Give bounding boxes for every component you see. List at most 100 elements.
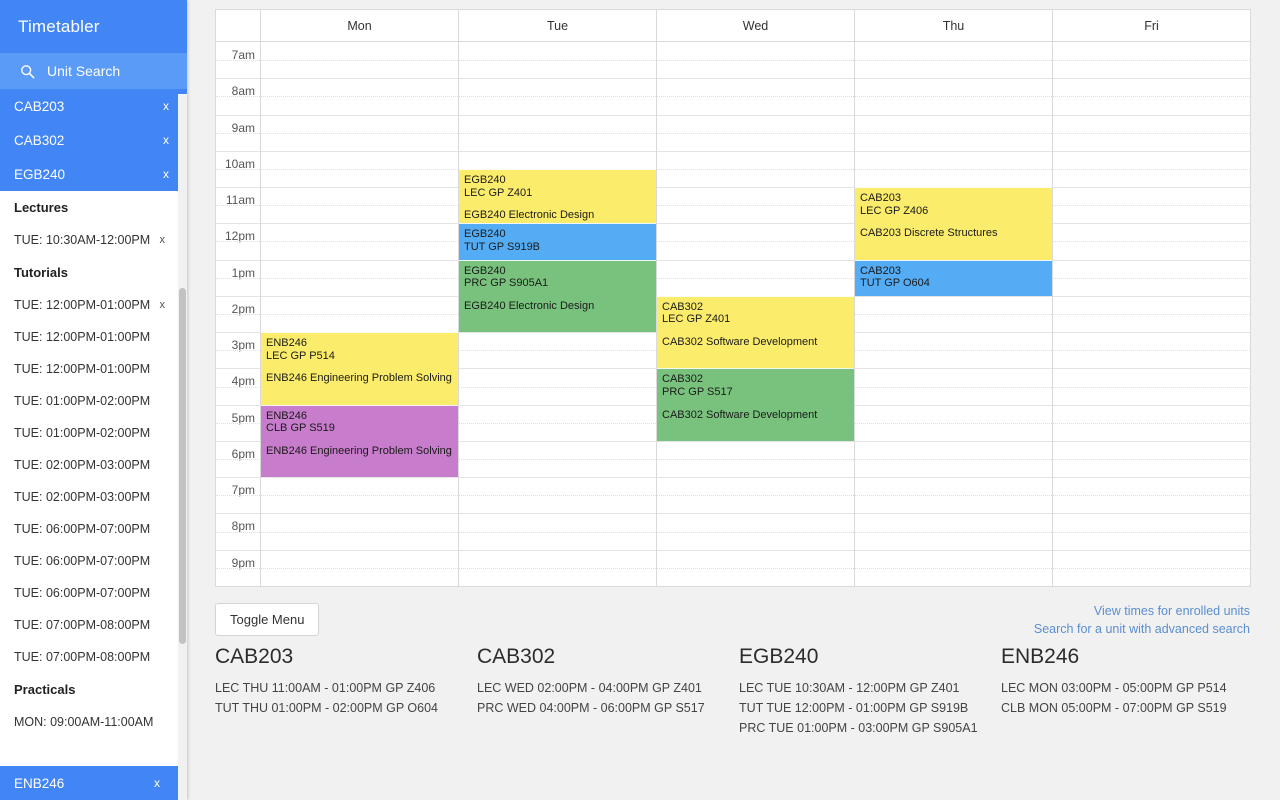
sidebar-unit-cab302[interactable]: CAB302 x [0, 123, 187, 157]
half-hour-gridline [261, 241, 458, 243]
half-hour-gridline [1053, 386, 1250, 388]
day-header-tue: Tue [459, 10, 657, 41]
event-description: EGB240 Electronic Design [464, 209, 595, 222]
session-row[interactable]: TUE: 02:00PM-03:00PM [0, 449, 187, 481]
session-row[interactable]: TUE: 10:30AM-12:00PM x [0, 224, 187, 256]
session-row[interactable]: MON: 09:00AM-11:00AM [0, 706, 187, 738]
session-row[interactable]: TUE: 06:00PM-07:00PM [0, 513, 187, 545]
half-hour-gridline [1053, 422, 1250, 424]
sidebar-scrollbar-track[interactable] [178, 94, 187, 800]
app-root: Timetabler Unit Search CAB203 x CAB302 x EGB… [0, 0, 1280, 800]
calendar-event[interactable]: CAB203 TUT GP O604 [855, 259, 1052, 296]
half-hour-gridline [657, 495, 854, 497]
calendar-event[interactable]: CAB302 LEC GP Z401 CAB302 Software Develop… [657, 295, 854, 369]
half-hour-gridline [459, 567, 656, 569]
event-description: ENB246 Engineering Problem Solving [266, 444, 452, 457]
half-hour-gridline [855, 422, 1052, 424]
calendar-event[interactable]: EGB240 TUT GP S919B [459, 223, 656, 260]
hour-gridline [216, 513, 260, 515]
half-hour-gridline [855, 314, 1052, 315]
day-column-thu: CAB203 LEC GP Z406 CAB203 Discrete Structu… [855, 42, 1053, 586]
session-row[interactable]: TUE: 06:00PM-07:00PM [0, 545, 187, 577]
unit-search-button[interactable]: Unit Search [0, 53, 187, 89]
half-hour-gridline [1053, 314, 1250, 315]
half-hour-gridline [261, 314, 458, 315]
calendar-event[interactable]: EGB240 LEC GP Z401 EGB240 Electronic Desig… [459, 168, 656, 224]
session-row[interactable]: TUE: 12:00PM-01:00PM [0, 321, 187, 353]
hour-gridline [855, 150, 1052, 152]
session-row[interactable]: TUE: 01:00PM-02:00PM [0, 385, 187, 417]
sidebar-unit-egb240[interactable]: EGB240 x [0, 157, 187, 191]
half-hour-gridline [1053, 495, 1250, 497]
calendar-event[interactable]: CAB203 LEC GP Z406 CAB203 Discrete Structu… [855, 187, 1052, 260]
half-hour-gridline [855, 386, 1052, 388]
unit-summary-line: LEC WED 02:00PM - 04:00PM GP Z401 [477, 681, 702, 695]
remove-unit-icon[interactable]: x [155, 167, 169, 181]
sidebar-scrollbar-thumb[interactable] [179, 288, 186, 644]
half-hour-gridline [855, 60, 1052, 62]
half-hour-gridline [216, 241, 260, 243]
section-heading-lectures: Lectures [14, 200, 69, 215]
sidebar-unit-cab203[interactable]: CAB203 x [0, 89, 187, 123]
session-row[interactable]: TUE: 01:00PM-02:00PM [0, 417, 187, 449]
remove-unit-icon[interactable]: x [155, 133, 169, 147]
toggle-menu-button[interactable]: Toggle Menu [215, 603, 320, 636]
session-time-label: TUE: 10:30AM-12:00PM [14, 233, 151, 247]
half-hour-gridline [657, 60, 854, 62]
hour-gridline [216, 549, 260, 551]
session-time-label: TUE: 07:00PM-08:00PM [14, 618, 151, 632]
hour-gridline [1053, 78, 1250, 80]
hour-gridline [1053, 477, 1250, 479]
session-row[interactable]: TUE: 12:00PM-01:00PM [0, 353, 187, 385]
sidebar-unit-enb246[interactable]: ENB246 x [0, 766, 178, 800]
session-row[interactable]: TUE: 02:00PM-03:00PM [0, 481, 187, 513]
unit-summary-line: LEC MON 03:00PM - 05:00PM GP P514 [1001, 681, 1227, 695]
half-hour-gridline [216, 96, 260, 98]
remove-unit-icon[interactable]: x [146, 776, 160, 790]
half-hour-gridline [855, 132, 1052, 134]
hour-gridline [1053, 223, 1250, 225]
half-hour-gridline [1053, 350, 1250, 352]
hour-gridline [216, 404, 260, 406]
calendar-event[interactable]: ENB246 CLB GP S519 ENB246 Engineering Prob… [261, 404, 458, 478]
session-row[interactable]: TUE: 12:00PM-01:00PM x [0, 289, 187, 321]
half-hour-gridline [459, 531, 656, 533]
calendar-body: 7am 8am 9am 10am 11am 12pm 1pm 2pm 3pm 4pm 5pm 6pm 7… [216, 42, 1250, 586]
hour-gridline [657, 223, 854, 225]
hour-gridline [459, 78, 656, 80]
day-header-fri: Fri [1144, 19, 1159, 33]
unit-summary-line: LEC THU 11:00AM - 01:00PM GP Z406 [215, 681, 436, 695]
hour-gridline [1053, 187, 1250, 189]
half-hour-gridline [855, 168, 1052, 170]
hour-gridline [261, 150, 458, 152]
quick-link[interactable]: Search for a unit with advanced search [1034, 620, 1250, 638]
main-content: Mon Tue Wed Thu Fri 7am 8am 9am 10am 11am 12pm 1pm… [187, 0, 1280, 800]
remove-session-icon[interactable]: x [160, 299, 174, 311]
calendar-event[interactable]: CAB302 PRC GP S517 CAB302 Software Develop… [657, 368, 854, 441]
remove-session-icon[interactable]: x [160, 234, 174, 246]
remove-unit-icon[interactable]: x [155, 99, 169, 113]
half-hour-gridline [459, 96, 656, 98]
half-hour-gridline [459, 422, 656, 424]
half-hour-gridline [657, 459, 854, 461]
calendar-event[interactable]: EGB240 PRC GP S905A1 EGB240 Electronic Des… [459, 259, 656, 333]
half-hour-gridline [216, 168, 260, 170]
half-hour-gridline [261, 96, 458, 98]
half-hour-gridline [459, 495, 656, 497]
hour-gridline [855, 114, 1052, 116]
session-row[interactable]: TUE: 07:00PM-08:00PM [0, 641, 187, 673]
unit-code-label: CAB302 [14, 132, 65, 148]
quick-link[interactable]: View times for enrolled units [1034, 602, 1250, 620]
session-time-label: TUE: 12:00PM-01:00PM [14, 362, 151, 376]
calendar-event[interactable]: ENB246 LEC GP P514 ENB246 Engineering Prob… [261, 332, 458, 405]
calendar-day-header: Mon Tue Wed Thu Fri [216, 10, 1250, 42]
session-row[interactable]: TUE: 06:00PM-07:00PM [0, 577, 187, 609]
session-row[interactable]: TUE: 07:00PM-08:00PM [0, 609, 187, 641]
unit-summary-line: PRC TUE 01:00PM - 03:00PM GP S905A1 [739, 721, 978, 735]
hour-gridline [216, 332, 260, 334]
event-description: CAB302 Software Development [662, 336, 818, 349]
hour-gridline [261, 259, 458, 261]
hour-gridline [216, 477, 260, 479]
day-column-wed: CAB302 LEC GP Z401 CAB302 Software Develop… [657, 42, 855, 586]
half-hour-gridline [657, 96, 854, 98]
